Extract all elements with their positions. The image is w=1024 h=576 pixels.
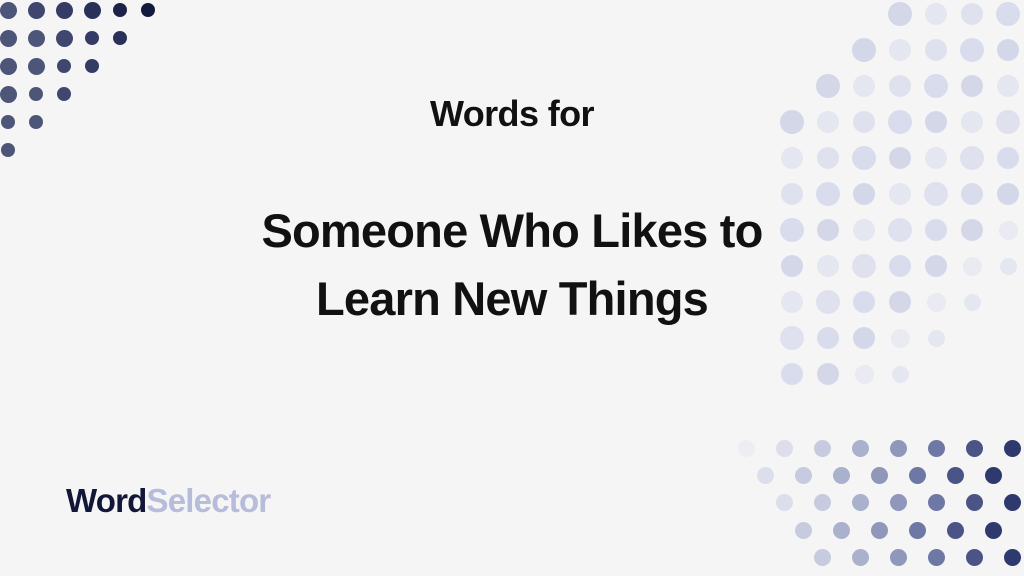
decorative-dot	[85, 59, 99, 73]
slide-canvas: Words for Someone Who Likes to Learn New…	[0, 0, 1024, 576]
decorative-dot	[852, 38, 876, 62]
decorative-dot	[965, 494, 983, 512]
decorative-dot	[0, 57, 17, 75]
decorative-dot	[813, 548, 831, 566]
decorative-dot	[854, 364, 874, 384]
decorative-dot	[817, 363, 839, 385]
decorative-dot	[775, 494, 793, 512]
decorative-dot	[908, 521, 926, 539]
decorative-dot	[85, 31, 99, 45]
decorative-dot	[813, 439, 831, 457]
decorative-dot	[1003, 548, 1021, 566]
decorative-dot	[997, 39, 1019, 61]
decorative-dot	[794, 521, 812, 539]
decorative-dot	[813, 494, 831, 512]
decorative-dot	[27, 1, 45, 19]
brand-logo-secondary: Selector	[146, 482, 272, 519]
decorative-dot	[851, 494, 869, 512]
decorative-dot	[832, 521, 850, 539]
decorative-dot	[55, 1, 73, 19]
decorative-dot	[925, 39, 947, 61]
decorative-dot	[889, 39, 911, 61]
decorative-dot	[794, 466, 812, 484]
decorative-dot	[996, 2, 1020, 26]
decorative-dot	[889, 494, 907, 512]
decorative-dot	[965, 439, 983, 457]
decorative-dot	[889, 439, 907, 457]
decorative-dot	[870, 521, 888, 539]
decorative-dot	[891, 365, 909, 383]
decorative-dot	[756, 466, 774, 484]
page-title-line-2: Learn New Things	[316, 272, 709, 326]
decorative-dot	[141, 3, 155, 17]
decorative-dot	[927, 439, 945, 457]
decorative-dot	[927, 548, 945, 566]
decorative-dot	[960, 38, 984, 62]
brand-logo-primary: Word	[66, 482, 147, 519]
decorative-dot	[984, 466, 1002, 484]
decorative-dot	[57, 59, 71, 73]
decorative-dot	[113, 3, 127, 17]
decorative-dot	[775, 439, 793, 457]
decorative-dot	[961, 3, 983, 25]
decorative-dot	[27, 57, 45, 75]
headline-block: Words for Someone Who Likes to Learn New…	[0, 92, 1024, 333]
decorative-dot	[83, 1, 101, 19]
brand-logo[interactable]: WordSelector	[66, 482, 272, 520]
decorative-dot	[965, 548, 983, 566]
decorative-dot	[851, 439, 869, 457]
decorative-dot	[0, 1, 17, 19]
page-title-line-1: Someone Who Likes to	[261, 204, 763, 258]
decorative-dot	[832, 466, 850, 484]
decorative-dot	[113, 31, 127, 45]
decorative-dot	[889, 548, 907, 566]
decorative-dot	[946, 466, 964, 484]
decorative-dot	[888, 2, 912, 26]
eyebrow-text: Words for	[430, 93, 595, 134]
decorative-dot	[55, 29, 73, 47]
decorative-dot	[0, 29, 17, 47]
decorative-dot	[908, 466, 926, 484]
decorative-dot	[27, 29, 45, 47]
decorative-dot	[946, 521, 964, 539]
decorative-dot	[851, 548, 869, 566]
decorative-dot	[737, 439, 755, 457]
decorative-dot	[1003, 494, 1021, 512]
decorative-dot	[925, 3, 947, 25]
dot-pattern-bottom-right-icon	[724, 426, 1024, 576]
decorative-dot	[1003, 439, 1021, 457]
page-title: Someone Who Likes to Learn New Things	[60, 197, 964, 333]
decorative-dot	[927, 494, 945, 512]
decorative-dot	[870, 466, 888, 484]
decorative-dot	[781, 363, 803, 385]
decorative-dot	[984, 521, 1002, 539]
